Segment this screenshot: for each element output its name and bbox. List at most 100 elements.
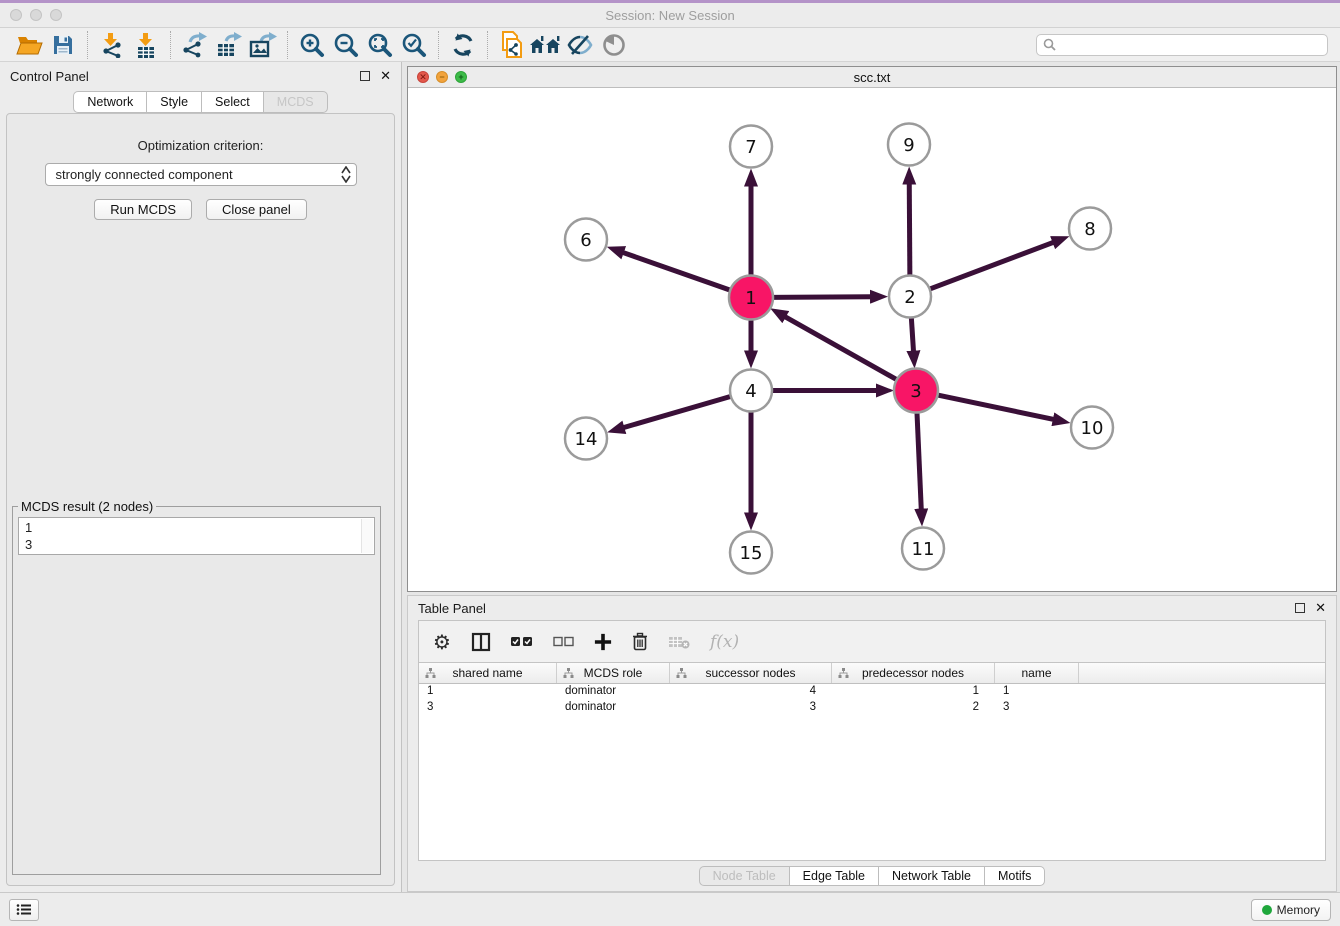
optimization-criterion-dropdown[interactable]: strongly connected component	[45, 163, 357, 186]
cell-shared-name[interactable]: 3	[419, 700, 557, 716]
zoom-in-button[interactable]	[295, 30, 329, 60]
show-columns-icon[interactable]	[471, 632, 491, 652]
table-row[interactable]: 1dominator411	[419, 684, 1325, 700]
node-7[interactable]: 7	[730, 126, 772, 168]
cell-successor-nodes[interactable]: 4	[670, 684, 832, 700]
node-10[interactable]: 10	[1071, 407, 1113, 449]
export-table-button[interactable]	[212, 30, 246, 60]
show-panels-button[interactable]	[597, 30, 631, 60]
import-network-button[interactable]	[95, 30, 129, 60]
cell-shared-name[interactable]: 1	[419, 684, 557, 700]
edge-3-to-1[interactable]	[785, 317, 898, 381]
edge-2-to-8[interactable]	[930, 242, 1054, 289]
panel-selector-button[interactable]	[9, 899, 39, 921]
zoom-out-button[interactable]	[329, 30, 363, 60]
deselect-all-columns-icon[interactable]	[553, 636, 574, 647]
tab-select[interactable]: Select	[201, 91, 263, 113]
float-panel-icon[interactable]	[360, 71, 370, 81]
tab-node-table[interactable]: Node Table	[699, 866, 789, 886]
zoom-selected-button[interactable]	[397, 30, 431, 60]
edge-2-to-9[interactable]	[909, 183, 910, 275]
mcds-result-text[interactable]: 13	[18, 517, 375, 555]
import-network-icon	[99, 32, 125, 58]
tab-style[interactable]: Style	[146, 91, 201, 113]
node-6[interactable]: 6	[565, 219, 607, 261]
tab-mcds[interactable]: MCDS	[263, 91, 328, 113]
tab-network[interactable]: Network	[73, 91, 146, 113]
tab-motifs[interactable]: Motifs	[984, 866, 1045, 886]
network-close-button[interactable]: ✕	[417, 71, 429, 83]
export-network-button[interactable]	[178, 30, 212, 60]
column-header-successor-nodes[interactable]: successor nodes	[670, 663, 832, 683]
edge-4-to-14[interactable]	[623, 396, 730, 427]
edge-3-to-10[interactable]	[937, 395, 1054, 420]
network-maximize-button[interactable]: +	[455, 71, 467, 83]
network-overview-button[interactable]	[529, 30, 563, 60]
copy-network-button[interactable]	[495, 30, 529, 60]
close-table-panel-icon[interactable]: ✕	[1315, 603, 1326, 613]
toolbar-separator	[87, 31, 88, 59]
node-11[interactable]: 11	[902, 528, 944, 570]
cell-mcds-role[interactable]: dominator	[557, 700, 670, 716]
delete-column-icon[interactable]	[632, 632, 648, 651]
refresh-view-button[interactable]	[446, 30, 480, 60]
network-window-titlebar: scc.txt ✕ − +	[408, 67, 1336, 88]
import-table-button[interactable]	[129, 30, 163, 60]
network-canvas[interactable]: 7 9 6 8 1 2 4 3 14 10 15 11	[408, 88, 1336, 591]
svg-text:14: 14	[575, 429, 598, 450]
cell-name[interactable]: 1	[995, 684, 1079, 700]
table-settings-gear-icon[interactable]: ⚙	[433, 630, 451, 654]
result-scrollbar[interactable]	[361, 519, 373, 553]
svg-text:11: 11	[912, 539, 935, 560]
memory-button[interactable]: Memory	[1251, 899, 1331, 921]
svg-text:1: 1	[745, 288, 756, 309]
node-1[interactable]: 1	[729, 276, 773, 320]
run-mcds-button[interactable]: Run MCDS	[94, 199, 192, 220]
edge-1-to-6[interactable]	[623, 252, 731, 290]
open-session-button[interactable]	[12, 30, 46, 60]
cell-successor-nodes[interactable]: 3	[670, 700, 832, 716]
add-column-icon[interactable]	[594, 633, 612, 651]
node-14[interactable]: 14	[565, 418, 607, 460]
export-image-button[interactable]	[246, 30, 280, 60]
search-input[interactable]	[1060, 38, 1321, 52]
toolbar-separator	[170, 31, 171, 59]
edge-3-to-11[interactable]	[917, 411, 921, 509]
edge-2-to-3[interactable]	[911, 317, 913, 351]
result-line: 3	[25, 536, 358, 553]
cell-predecessor-nodes[interactable]: 2	[832, 700, 995, 716]
cell-mcds-role[interactable]: dominator	[557, 684, 670, 700]
network-minimize-button[interactable]: −	[436, 71, 448, 83]
zoom-fit-button[interactable]	[363, 30, 397, 60]
search-field[interactable]	[1036, 34, 1328, 56]
hide-panels-button[interactable]	[563, 30, 597, 60]
close-panel-icon[interactable]: ✕	[380, 71, 391, 81]
main-area: Control Panel ✕ NetworkStyleSelectMCDS O…	[0, 62, 1340, 892]
tab-network-table[interactable]: Network Table	[878, 866, 984, 886]
float-table-panel-icon[interactable]	[1295, 603, 1305, 613]
table-row[interactable]: 3dominator323	[419, 700, 1325, 716]
column-header-predecessor-nodes[interactable]: predecessor nodes	[832, 663, 995, 683]
tab-edge-table[interactable]: Edge Table	[789, 866, 878, 886]
column-header-name[interactable]: name	[995, 663, 1079, 683]
export-network-icon	[182, 32, 208, 58]
application-window: Session: New Session	[0, 0, 1340, 926]
node-9[interactable]: 9	[888, 124, 930, 166]
column-label: name	[1021, 666, 1051, 680]
graph-edges[interactable]	[623, 183, 1054, 513]
cell-predecessor-nodes[interactable]: 1	[832, 684, 995, 700]
column-header-shared-name[interactable]: shared name	[419, 663, 557, 683]
edge-1-to-2[interactable]	[772, 297, 871, 298]
node-2[interactable]: 2	[889, 276, 931, 318]
node-8[interactable]: 8	[1069, 208, 1111, 250]
column-header-mcds-role[interactable]: MCDS role	[557, 663, 670, 683]
mcds-result-fieldset: MCDS result (2 nodes) 13	[12, 499, 381, 875]
cell-name[interactable]: 3	[995, 700, 1079, 716]
select-all-columns-icon[interactable]	[511, 636, 533, 647]
save-session-button[interactable]	[46, 30, 80, 60]
network-graph[interactable]: 7 9 6 8 1 2 4 3 14 10 15 11	[408, 88, 1336, 591]
node-4[interactable]: 4	[730, 370, 772, 412]
node-3[interactable]: 3	[894, 369, 938, 413]
node-15[interactable]: 15	[730, 532, 772, 574]
close-panel-button[interactable]: Close panel	[206, 199, 307, 220]
